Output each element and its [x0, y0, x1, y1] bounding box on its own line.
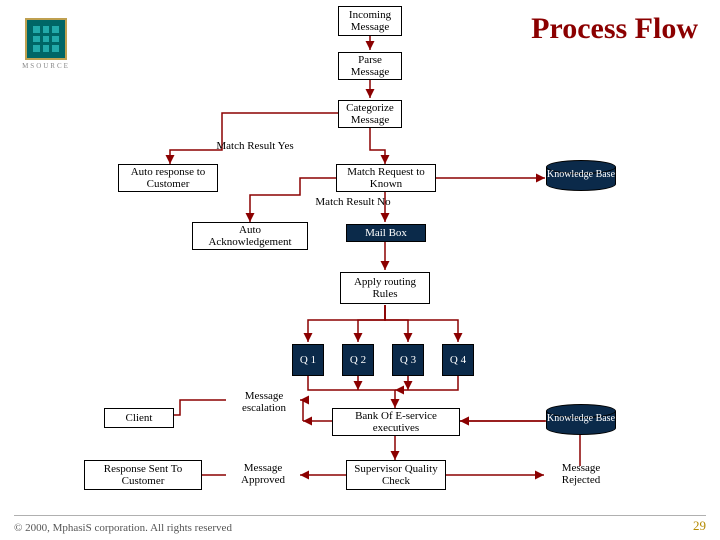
node-supervisor-check: Supervisor Quality Check [346, 460, 446, 490]
footer-text: © 2000, MphasiS corporation. All rights … [14, 522, 232, 534]
knowledge-base-top: Knowledge Base [546, 160, 616, 191]
queue-q2: Q 2 [342, 344, 374, 376]
node-message-escalation: Message escalation [226, 388, 302, 416]
node-apply-routing-rules: Apply routing Rules [340, 272, 430, 304]
node-categorize-message: Categorize Message [338, 100, 402, 128]
label-match-result-no: Match Result No [298, 196, 408, 208]
logo-block: MSOURCE [18, 18, 74, 74]
queue-q3: Q 3 [392, 344, 424, 376]
queue-q4: Q 4 [442, 344, 474, 376]
kb-label-bottom: Knowledge Base [546, 414, 616, 425]
queue-q1: Q 1 [292, 344, 324, 376]
node-client: Client [104, 408, 174, 428]
footer-divider [14, 515, 706, 516]
page-number: 29 [693, 518, 706, 534]
logo-icon [25, 18, 67, 60]
node-message-rejected: Message Rejected [544, 460, 618, 488]
node-incoming-message: Incoming Message [338, 6, 402, 36]
node-parse-message: Parse Message [338, 52, 402, 80]
node-message-approved: Message Approved [226, 460, 300, 488]
kb-label-top: Knowledge Base [546, 170, 616, 181]
label-match-result-yes: Match Result Yes [210, 140, 300, 152]
node-response-sent: Response Sent To Customer [84, 460, 202, 490]
node-auto-acknowledgement: Auto Acknowledgement [192, 222, 308, 250]
node-mailbox: Mail Box [346, 224, 426, 242]
flow-arrows [0, 0, 720, 540]
logo-caption: MSOURCE [18, 62, 74, 70]
node-match-request: Match Request to Known [336, 164, 436, 192]
node-auto-response: Auto response to Customer [118, 164, 218, 192]
knowledge-base-bottom: Knowledge Base [546, 404, 616, 435]
page-title: Process Flow [531, 12, 698, 46]
node-bank-executives: Bank Of E-service executives [332, 408, 460, 436]
